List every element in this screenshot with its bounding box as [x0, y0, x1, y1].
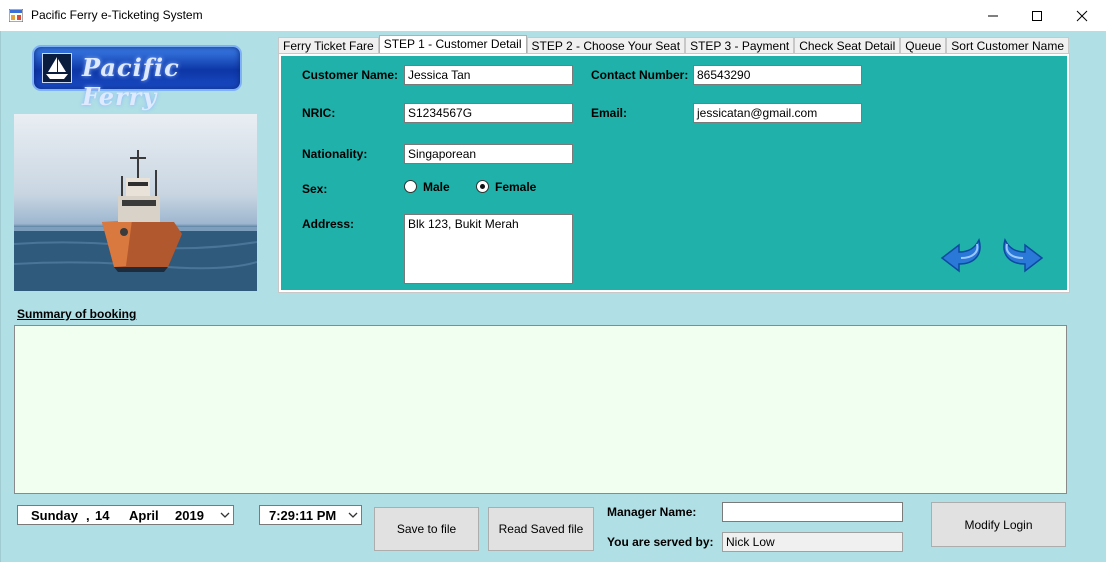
sailboat-icon [42, 53, 72, 83]
customer-name-input[interactable]: Jessica Tan [404, 65, 573, 85]
address-label: Address: [302, 217, 355, 231]
date-month: April [129, 508, 159, 523]
tab-step1-customer-detail[interactable]: STEP 1 - Customer Detail [378, 35, 527, 55]
date-year: 2019 [175, 508, 204, 523]
nric-label: NRIC: [302, 106, 336, 120]
served-by-label: You are served by: [607, 535, 714, 549]
save-to-file-button[interactable]: Save to file [374, 507, 479, 551]
date-weekday: Sunday [31, 508, 78, 523]
logo-text: Pacific Ferry [82, 53, 180, 111]
window-title: Pacific Ferry e-Ticketing System [31, 8, 203, 22]
nationality-input[interactable]: Singaporean [404, 144, 573, 164]
nric-input[interactable]: S1234567G [404, 103, 573, 123]
close-button[interactable] [1059, 0, 1105, 31]
served-by-field: Nick Low [722, 532, 903, 552]
sex-label: Sex: [302, 182, 328, 196]
summary-textbox[interactable] [14, 325, 1067, 494]
contact-number-input[interactable]: 86543290 [693, 65, 862, 85]
back-arrow-icon[interactable] [939, 234, 987, 274]
date-day: 14 [95, 508, 110, 523]
male-radio[interactable] [404, 180, 417, 193]
male-radio-label[interactable]: Male [423, 180, 450, 194]
main-form: Pacific Ferry Ferry Ticket Fare STEP 1 -… [0, 31, 1106, 562]
time-picker[interactable]: 7:29:11 PM [259, 505, 362, 525]
customer-detail-form: Customer Name: Jessica Tan Contact Numbe… [281, 56, 1067, 290]
email-input[interactable]: jessicatan@gmail.com [693, 103, 862, 123]
read-saved-file-button[interactable]: Read Saved file [488, 507, 594, 551]
female-radio[interactable] [476, 180, 489, 193]
manager-name-input[interactable] [722, 502, 903, 522]
summary-title: Summary of booking [17, 307, 137, 321]
date-picker[interactable]: Sunday , 14 April 2019 [17, 505, 234, 525]
ship-photo [14, 114, 257, 291]
forward-arrow-icon[interactable] [997, 234, 1045, 274]
contact-number-label: Contact Number: [591, 68, 689, 82]
address-input[interactable]: Blk 123, Bukit Merah [404, 214, 573, 284]
maximize-icon [1032, 10, 1042, 21]
maximize-button[interactable] [1014, 0, 1060, 31]
female-radio-label[interactable]: Female [495, 180, 536, 194]
manager-name-label: Manager Name: [607, 505, 697, 519]
tab-strip: Ferry Ticket Fare STEP 1 - Customer Deta… [278, 35, 1069, 55]
minimize-button[interactable] [970, 0, 1016, 31]
customer-name-label: Customer Name: [302, 68, 399, 82]
title-bar: Pacific Ferry e-Ticketing System [0, 0, 1106, 31]
chevron-down-icon[interactable] [347, 510, 359, 520]
modify-login-button[interactable]: Modify Login [931, 502, 1066, 547]
chevron-down-icon[interactable] [219, 510, 231, 520]
pacific-ferry-logo: Pacific Ferry [32, 45, 242, 111]
email-label: Email: [591, 106, 628, 120]
customer-detail-panel: Customer Name: Jessica Tan Contact Numbe… [278, 53, 1070, 293]
date-separator: , [86, 508, 90, 523]
nationality-label: Nationality: [302, 147, 368, 161]
app-icon [9, 9, 23, 22]
time-value: 7:29:11 PM [269, 508, 337, 523]
close-icon [1076, 10, 1088, 21]
minimize-icon [988, 15, 998, 16]
